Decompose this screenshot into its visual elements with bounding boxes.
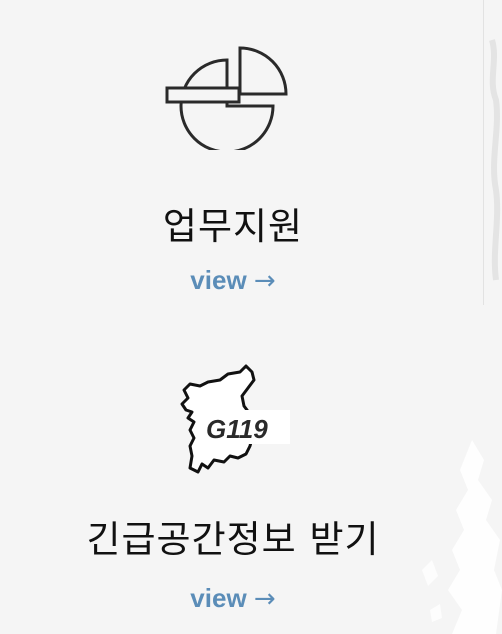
korea-map-g119-icon: G119 [180,364,290,474]
card-title: 업무지원 [162,205,304,248]
map-background-decoration [422,440,502,634]
card-work-support[interactable]: 업무지원 view → [0,0,466,305]
card-title: 긴급공간정보 받기 [86,518,380,561]
card-emergency-spatial-info[interactable]: G119 긴급공간정보 받기 view → [0,305,466,634]
view-link[interactable]: view → [0,265,466,296]
arrow-right-icon: → [253,266,276,296]
page: 업무지원 view → G119 긴급공간정보 받기 view → [0,0,502,634]
view-link-label: view [190,583,247,613]
view-link-label: view [190,265,247,295]
pie-chart-icon [165,46,288,150]
map-fragment-decoration [489,39,501,281]
g119-icon-text: G119 [206,414,268,444]
view-link[interactable]: view → [0,583,466,614]
arrow-right-icon: → [253,584,276,614]
